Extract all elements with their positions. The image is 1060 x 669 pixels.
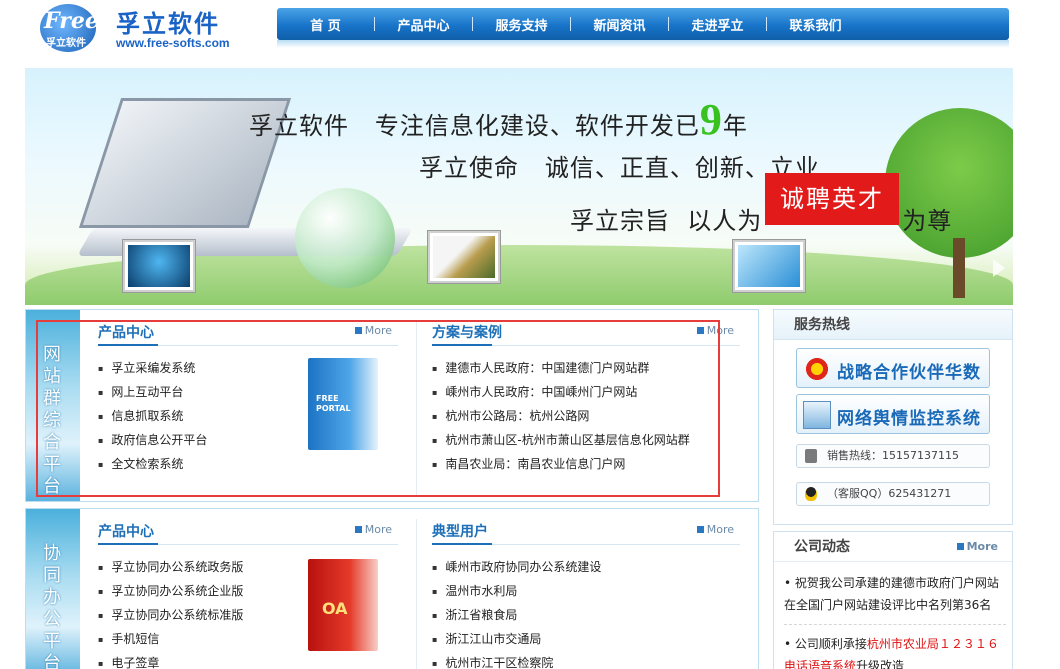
banner-thumb-laptop[interactable] xyxy=(428,231,500,283)
nav-item-products[interactable]: 产品中心 xyxy=(375,15,472,34)
product-center-column: 产品中心 More 孚立协同办公系统政务版 孚立协同办公系统企业版 孚立协同办公… xyxy=(82,509,416,669)
huashu-logo-icon xyxy=(803,355,831,383)
news-item-text: 公司顺利承接 xyxy=(794,637,867,651)
news-item[interactable]: • 公司顺利承接杭州市农业局１２３１６电话语音系统升级改造 xyxy=(784,633,1006,669)
list-item[interactable]: 孚立协同办公系统政务版 xyxy=(98,555,243,579)
public-opinion-monitor-button[interactable]: 网络舆情监控系统 xyxy=(796,394,990,434)
more-label: More xyxy=(706,523,734,536)
banner-line-3-text: 以人为 xyxy=(687,207,763,235)
more-label: More xyxy=(364,523,392,536)
list-item[interactable]: 孚立协同办公系统企业版 xyxy=(98,579,243,603)
nav-item-contact[interactable]: 联系我们 xyxy=(767,15,864,34)
service-hotline-title: 服务热线 xyxy=(774,310,1012,340)
oa-platform-panel: 协同办公平台 产品中心 More 孚立协同办公系统政务版 孚立协同办公系统企业版… xyxy=(25,508,759,669)
laptop-icon xyxy=(433,236,495,278)
list-item[interactable]: 浙江江山市交通局 xyxy=(432,627,601,651)
customer-service-qq[interactable]: （客服QQ）625431271 xyxy=(796,482,990,506)
news-item-text: 祝贺我公司承建的建德市政府门户网站在全国门户网站建设评比中名列第36名 xyxy=(784,576,999,612)
column-header: 典型用户 More xyxy=(432,517,740,545)
column-title-underline xyxy=(98,543,158,545)
sales-hotline-text: 销售热线：15157137115 xyxy=(827,449,959,462)
public-opinion-monitor-label: 网络舆情监控系统 xyxy=(837,409,981,429)
banner-next-arrow-icon[interactable] xyxy=(993,259,1005,277)
oa-product-box-image: OA xyxy=(308,559,378,651)
list-item[interactable]: 温州市水利局 xyxy=(432,579,601,603)
list-item[interactable]: 手机短信 xyxy=(98,627,243,651)
nav-shadow xyxy=(277,40,1009,48)
list-item[interactable]: 嵊州市政府协同办公系统建设 xyxy=(432,555,601,579)
highlight-annotation-box xyxy=(36,320,720,497)
banner-line-2-label: 孚立使命 xyxy=(419,154,519,182)
news-item[interactable]: • 祝贺我公司承建的建德市政府门户网站在全国门户网站建设评比中名列第36名 xyxy=(784,572,1006,616)
news-divider xyxy=(784,624,1006,625)
news-list: • 祝贺我公司承建的建德市政府门户网站在全国门户网站建设评比中名列第36名 • … xyxy=(784,572,1006,669)
company-news-header: 公司动态 More xyxy=(774,532,1012,562)
more-label: More xyxy=(966,540,998,553)
news-item-text: 升级改造 xyxy=(856,659,905,669)
banner-years-number: 9 xyxy=(699,95,723,144)
qq-penguin-icon xyxy=(805,487,817,501)
tree-trunk-graphic xyxy=(953,238,965,298)
nav-item-news[interactable]: 新闻资讯 xyxy=(571,15,668,34)
product-list: 孚立协同办公系统政务版 孚立协同办公系统企业版 孚立协同办公系统标准版 手机短信… xyxy=(98,555,243,669)
monitor-icon xyxy=(738,245,800,287)
monitor-screen-icon xyxy=(803,401,831,429)
site-logo[interactable]: Free 孚立软件 孚立软件 www.free-softs.com xyxy=(40,4,240,54)
banner-line-1-unit: 年 xyxy=(722,112,748,140)
more-link[interactable]: More xyxy=(956,532,998,562)
column-title: 典型用户 xyxy=(432,524,488,540)
more-link[interactable]: More xyxy=(696,523,734,536)
banner-line-1-text: 专注信息化建设、软件开发已 xyxy=(374,112,700,140)
phone-icon xyxy=(805,449,817,463)
main-nav: 首 页 产品中心 服务支持 新闻资讯 走进孚立 联系我们 xyxy=(277,8,1009,40)
more-arrow-icon xyxy=(696,526,704,533)
more-link[interactable]: More xyxy=(354,523,392,536)
globe-graphic xyxy=(295,188,395,288)
banner-thumb-screen[interactable] xyxy=(733,240,805,292)
logo-url: www.free-softs.com xyxy=(116,36,230,50)
recruit-button[interactable]: 诚聘英才 xyxy=(765,173,899,225)
partner-huashu-button[interactable]: 战略合作伙伴华数 xyxy=(796,348,990,388)
banner-thumb-tv[interactable] xyxy=(123,240,195,292)
panel-side-title: 协同办公平台 xyxy=(43,543,61,669)
column-title-underline xyxy=(432,543,492,545)
panel-side-tab: 协同办公平台 xyxy=(26,509,80,669)
banner-line-1: 孚立软件 专注信息化建设、软件开发已9年 xyxy=(249,94,748,145)
typical-users-list: 嵊州市政府协同办公系统建设 温州市水利局 浙江省粮食局 浙江江山市交通局 杭州市… xyxy=(432,555,601,669)
nav-item-home[interactable]: 首 页 xyxy=(277,15,374,34)
hero-banner: 孚立软件 专注信息化建设、软件开发已9年 孚立使命 诚信、正直、创新、立业 孚立… xyxy=(25,68,1013,305)
service-hotline-box: 服务热线 战略合作伙伴华数 网络舆情监控系统 销售热线：15157137115 … xyxy=(773,309,1013,525)
partner-huashu-label: 战略合作伙伴华数 xyxy=(837,363,981,383)
nav-item-about[interactable]: 走进孚立 xyxy=(669,15,766,34)
column-divider xyxy=(416,519,417,669)
company-news-title: 公司动态 xyxy=(794,539,850,555)
typical-users-column: 典型用户 More 嵊州市政府协同办公系统建设 温州市水利局 浙江省粮食局 浙江… xyxy=(418,509,758,669)
banner-line-3-tail: 为尊 xyxy=(902,207,953,235)
column-title: 产品中心 xyxy=(98,524,154,540)
column-header: 产品中心 More xyxy=(98,517,398,545)
logo-badge-icon: Free 孚立软件 xyxy=(40,4,99,52)
customer-service-qq-text: （客服QQ）625431271 xyxy=(827,487,952,500)
logo-name: 孚立软件 xyxy=(116,10,220,38)
company-news-box: 公司动态 More • 祝贺我公司承建的建德市政府门户网站在全国门户网站建设评比… xyxy=(773,531,1013,669)
banner-line-1-brand: 孚立软件 xyxy=(249,112,349,140)
tv-icon xyxy=(128,245,190,287)
list-item[interactable]: 浙江省粮食局 xyxy=(432,603,601,627)
list-item[interactable]: 孚立协同办公系统标准版 xyxy=(98,603,243,627)
sales-hotline[interactable]: 销售热线：15157137115 xyxy=(796,444,990,468)
more-arrow-icon xyxy=(956,543,964,550)
list-item[interactable]: 杭州市江干区检察院 xyxy=(432,651,601,669)
banner-line-2: 孚立使命 诚信、正直、创新、立业 xyxy=(419,148,820,183)
logo-badge-subtext: 孚立软件 xyxy=(46,38,86,49)
list-item[interactable]: 电子签章 xyxy=(98,651,243,669)
product-box-label: OA xyxy=(322,599,348,618)
more-arrow-icon xyxy=(354,526,362,533)
banner-line-3-label: 孚立宗旨 xyxy=(570,207,670,235)
logo-badge-text: Free xyxy=(44,8,99,34)
nav-item-support[interactable]: 服务支持 xyxy=(473,15,570,34)
page: Free 孚立软件 孚立软件 www.free-softs.com 首 页 产品… xyxy=(0,0,1060,669)
